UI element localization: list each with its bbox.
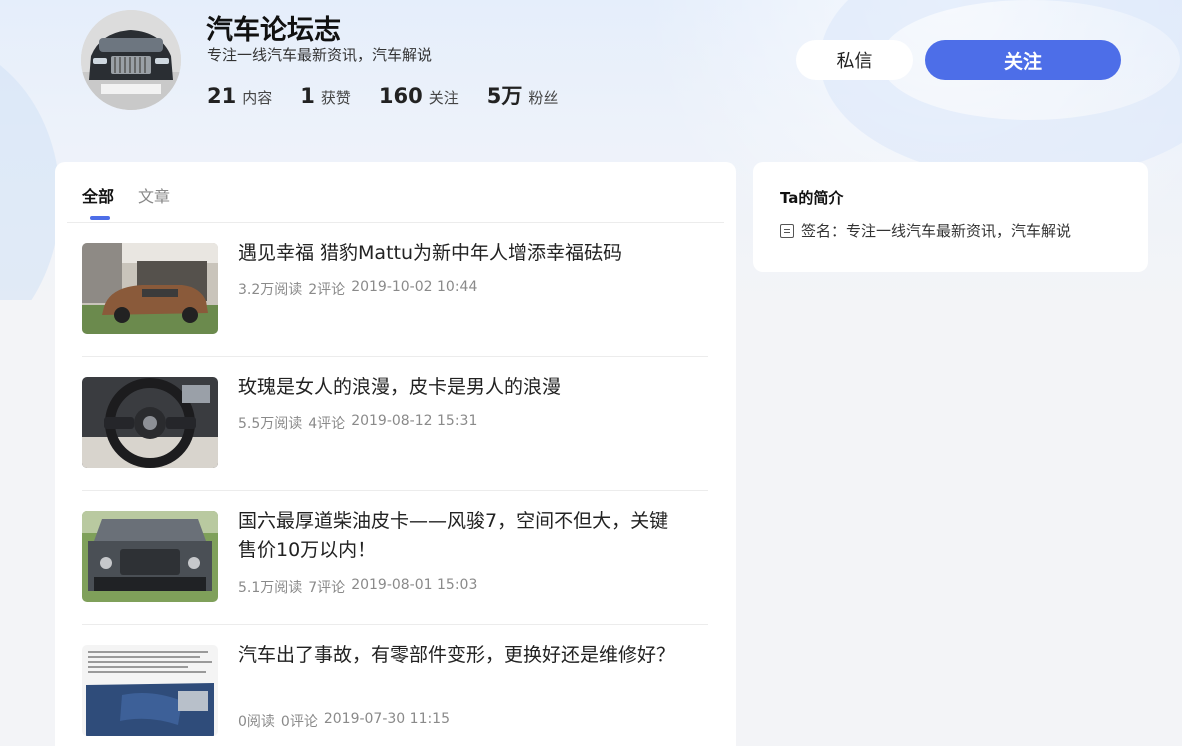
- list-item[interactable]: 遇见幸福 猎豹Mattu为新中年人增添幸福砝码 3.2万阅读 2评论 2019-…: [82, 223, 708, 357]
- message-button[interactable]: 私信: [796, 40, 913, 80]
- publish-date: 2019-08-12 15:31: [351, 413, 478, 429]
- article-title[interactable]: 汽车出了事故，有零部件变形，更换好还是维修好？: [238, 641, 678, 670]
- stat-following[interactable]: 160 关注: [379, 84, 459, 108]
- tab-active-indicator: [90, 216, 110, 220]
- stat-label: 获赞: [320, 89, 351, 107]
- profile-name: 汽车论坛志: [206, 15, 341, 46]
- article-title[interactable]: 遇见幸福 猎豹Mattu为新中年人增添幸福砝码: [238, 239, 678, 268]
- stat-content[interactable]: 21 内容: [207, 84, 272, 108]
- comment-count: 4评论: [308, 416, 346, 432]
- intro-title: Ta的简介: [780, 189, 844, 207]
- list-item[interactable]: 国六最厚道柴油皮卡——风骏7，空间不但大，关键售价10万以内！ 5.1万阅读 7…: [82, 491, 708, 625]
- list-item[interactable]: 汽车出了事故，有零部件变形，更换好还是维修好？ 0阅读 0评论 2019-07-…: [82, 625, 708, 746]
- read-count: 5.1万阅读: [238, 580, 303, 596]
- article-title[interactable]: 国六最厚道柴油皮卡——风骏7，空间不但大，关键售价10万以内！: [238, 507, 678, 565]
- stat-label: 内容: [242, 89, 273, 107]
- stat-number: 5万: [486, 84, 523, 108]
- profile-stats: 21 内容 1 获赞 160 关注 5万 粉丝: [207, 80, 558, 110]
- tab-label: 全部: [82, 187, 115, 206]
- engine-bay-icon[interactable]: [82, 511, 218, 602]
- article-meta: 0阅读 0评论 2019-07-30 11:15: [238, 711, 450, 731]
- stat-number: 1: [300, 84, 315, 108]
- damaged-car-icon[interactable]: [82, 645, 218, 736]
- read-count: 5.5万阅读: [238, 416, 303, 432]
- note-icon: [780, 223, 794, 238]
- steering-wheel-icon[interactable]: [82, 377, 218, 468]
- stat-likes: 1 获赞: [300, 84, 351, 108]
- stat-number: 160: [378, 84, 423, 108]
- intro-signature: 签名：专注一线汽车最新资讯，汽车解说: [780, 220, 1071, 241]
- stat-label: 粉丝: [528, 89, 559, 107]
- article-meta: 5.1万阅读 7评论 2019-08-01 15:03: [238, 577, 477, 597]
- article-list: 遇见幸福 猎豹Mattu为新中年人增添幸福砝码 3.2万阅读 2评论 2019-…: [82, 223, 708, 746]
- comment-count: 0评论: [280, 714, 318, 730]
- publish-date: 2019-07-30 11:15: [323, 711, 451, 727]
- stat-number: 21: [207, 84, 237, 108]
- tab-all[interactable]: 全部: [82, 162, 114, 223]
- tab-articles[interactable]: 文章: [138, 162, 170, 223]
- comment-count: 2评论: [308, 282, 346, 298]
- publish-date: 2019-08-01 15:03: [351, 577, 478, 593]
- stat-label: 关注: [428, 89, 459, 107]
- list-item[interactable]: 玫瑰是女人的浪漫，皮卡是男人的浪漫 5.5万阅读 4评论 2019-08-12 …: [82, 357, 708, 491]
- tab-label: 文章: [138, 187, 171, 206]
- article-title[interactable]: 玫瑰是女人的浪漫，皮卡是男人的浪漫: [238, 373, 678, 402]
- article-meta: 5.5万阅读 4评论 2019-08-12 15:31: [238, 413, 477, 433]
- intro-card: Ta的简介 签名：专注一线汽车最新资讯，汽车解说: [753, 162, 1148, 272]
- read-count: 0阅读: [238, 714, 275, 730]
- article-meta: 3.2万阅读 2评论 2019-10-02 10:44: [238, 279, 477, 299]
- content-tabs: 全部 文章: [55, 162, 736, 223]
- read-count: 3.2万阅读: [238, 282, 303, 298]
- publish-date: 2019-10-02 10:44: [351, 279, 478, 295]
- signature-text: 签名：专注一线汽车最新资讯，汽车解说: [801, 222, 1072, 240]
- stat-followers[interactable]: 5万 粉丝: [487, 80, 559, 110]
- content-card: 全部 文章 遇见幸福 猎豹Mattu为新中年人增添幸福砝码 3.2万阅读 2评论…: [55, 162, 736, 746]
- avatar[interactable]: [81, 10, 181, 110]
- brown-suv-icon[interactable]: [82, 243, 218, 334]
- profile-bio: 专注一线汽车最新资讯，汽车解说: [207, 46, 433, 64]
- follow-button[interactable]: 关注: [925, 40, 1121, 80]
- comment-count: 7评论: [308, 580, 346, 596]
